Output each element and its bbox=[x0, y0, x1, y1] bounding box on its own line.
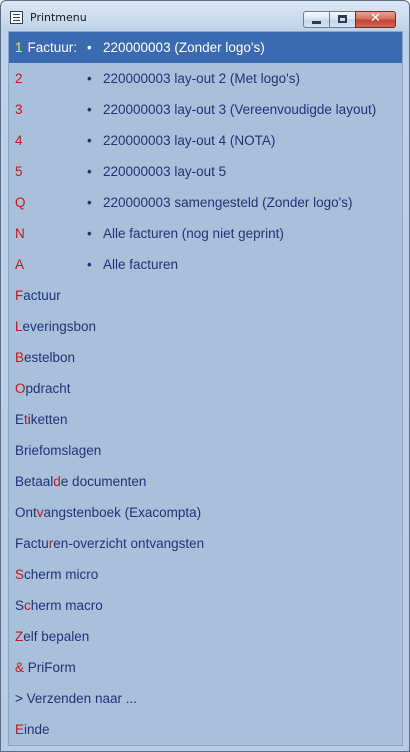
maximize-button[interactable] bbox=[329, 11, 355, 28]
hotkey-letter: d bbox=[53, 474, 61, 489]
bullet: • bbox=[87, 102, 92, 117]
menu-item-facturen-overzicht[interactable]: Facturen-overzicht ontvangsten bbox=[9, 528, 402, 559]
bullet: • bbox=[87, 40, 92, 55]
item-description: Alle facturen bbox=[103, 257, 179, 272]
hotkey-letter: Z bbox=[15, 629, 24, 644]
menu-item-layout-2[interactable]: 2 • 220000003 lay-out 2 (Met logo's) bbox=[9, 63, 402, 94]
minimize-button[interactable] bbox=[303, 11, 329, 28]
item-text: e documenten bbox=[60, 474, 147, 489]
menu-list: 1 Factuur: • 220000003 (Zonder logo's) 2 … bbox=[8, 31, 403, 746]
hotkey-label: 3 bbox=[15, 102, 23, 117]
item-text: cherm micro bbox=[24, 567, 99, 582]
bullet: • bbox=[87, 195, 92, 210]
hotkey-label: 4 bbox=[15, 133, 23, 148]
maximize-icon bbox=[338, 15, 347, 23]
item-description: 220000003 lay-out 4 (NOTA) bbox=[103, 133, 276, 148]
close-icon: ✕ bbox=[370, 11, 381, 26]
bullet: • bbox=[87, 226, 92, 241]
hotkey-label: 2 bbox=[15, 71, 23, 86]
hotkey-letter: v bbox=[36, 505, 44, 520]
item-text: everingsbon bbox=[22, 319, 97, 334]
bullet: • bbox=[87, 164, 92, 179]
item-prefix-label: Factuur: bbox=[27, 40, 78, 55]
item-text: herm macro bbox=[30, 598, 103, 613]
menu-item-alle-facturen[interactable]: A • Alle facturen bbox=[9, 249, 402, 280]
item-text: S bbox=[15, 598, 25, 613]
item-description: 220000003 lay-out 2 (Met logo's) bbox=[103, 71, 300, 86]
bullet: • bbox=[87, 71, 92, 86]
item-text: Factu bbox=[15, 536, 49, 551]
hotkey-letter: S bbox=[15, 567, 25, 582]
close-button[interactable]: ✕ bbox=[355, 11, 396, 28]
item-description: 220000003 samengesteld (Zonder logo's) bbox=[103, 195, 353, 210]
item-description: 220000003 lay-out 3 (Vereenvoudigde layo… bbox=[103, 102, 377, 117]
item-text: en-overzicht ontvangsten bbox=[53, 536, 205, 551]
hotkey-letter: O bbox=[15, 381, 26, 396]
item-text: inde bbox=[24, 722, 50, 737]
item-text: iketten bbox=[27, 412, 68, 427]
hotkey-letter: F bbox=[15, 288, 24, 303]
item-description: Alle facturen (nog niet geprint) bbox=[103, 226, 284, 241]
title-bar[interactable]: Printmenu ✕ bbox=[1, 1, 409, 31]
caption-buttons: ✕ bbox=[303, 11, 396, 30]
item-text: estelbon bbox=[24, 350, 76, 365]
hotkey-label: N bbox=[15, 226, 25, 241]
hotkey-label: Q bbox=[15, 195, 26, 210]
menu-item-alle-facturen-niet-geprint[interactable]: N • Alle facturen (nog niet geprint) bbox=[9, 218, 402, 249]
menu-item-etiketten[interactable]: Etiketten bbox=[9, 404, 402, 435]
menu-item-einde[interactable]: Einde bbox=[9, 714, 402, 745]
menu-item-zelf-bepalen[interactable]: Zelf bepalen bbox=[9, 621, 402, 652]
menu-item-layout-3[interactable]: 3 • 220000003 lay-out 3 (Vereenvoudigde … bbox=[9, 94, 402, 125]
item-text: PriForm bbox=[24, 660, 76, 675]
hotkey-letter: E bbox=[15, 722, 25, 737]
menu-item-opdracht[interactable]: Opdracht bbox=[9, 373, 402, 404]
item-text: Briefomslagen bbox=[15, 443, 102, 458]
menu-item-scherm-macro[interactable]: Scherm macro bbox=[9, 590, 402, 621]
menu-item-layout-4[interactable]: 4 • 220000003 lay-out 4 (NOTA) bbox=[9, 125, 402, 156]
menu-item-layout-5[interactable]: 5 • 220000003 lay-out 5 bbox=[9, 156, 402, 187]
bullet: • bbox=[87, 133, 92, 148]
window-list-icon[interactable] bbox=[10, 11, 23, 24]
menu-item-samengesteld[interactable]: Q • 220000003 samengesteld (Zonder logo'… bbox=[9, 187, 402, 218]
hotkey-label: 1 bbox=[15, 40, 23, 55]
menu-item-scherm-micro[interactable]: Scherm micro bbox=[9, 559, 402, 590]
hotkey-letter: & bbox=[15, 660, 25, 675]
menu-item-verzenden-naar[interactable]: > Verzenden naar ... bbox=[9, 683, 402, 714]
minimize-icon bbox=[312, 21, 321, 24]
hotkey-letter: L bbox=[15, 319, 23, 334]
menu-item-bestelbon[interactable]: Bestelbon bbox=[9, 342, 402, 373]
item-description: 220000003 (Zonder logo's) bbox=[103, 40, 265, 55]
hotkey-label: 5 bbox=[15, 164, 23, 179]
menu-item-factuur-1[interactable]: 1 Factuur: • 220000003 (Zonder logo's) bbox=[9, 32, 402, 63]
bullet: • bbox=[87, 257, 92, 272]
hotkey-letter: B bbox=[15, 350, 25, 365]
item-text: pdracht bbox=[25, 381, 71, 396]
item-text: E bbox=[15, 412, 25, 427]
window-title: Printmenu bbox=[30, 11, 87, 24]
item-text: angstenboek (Exacompta) bbox=[43, 505, 202, 520]
menu-item-betaalde-documenten[interactable]: Betaalde documenten bbox=[9, 466, 402, 497]
hotkey-label: A bbox=[15, 257, 25, 272]
menu-item-ontvangstenboek[interactable]: Ontvangstenboek (Exacompta) bbox=[9, 497, 402, 528]
printmenu-window: Printmenu ✕ 1 Factuur: • 220000003 (Zonde… bbox=[0, 0, 410, 752]
item-text: actuur bbox=[23, 288, 61, 303]
menu-item-priform[interactable]: & PriForm bbox=[9, 652, 402, 683]
menu-item-leveringsbon[interactable]: Leveringsbon bbox=[9, 311, 402, 342]
item-description: 220000003 lay-out 5 bbox=[103, 164, 227, 179]
menu-item-briefomslagen[interactable]: Briefomslagen bbox=[9, 435, 402, 466]
item-text: elf bepalen bbox=[23, 629, 90, 644]
item-text: Ont bbox=[15, 505, 37, 520]
item-text: > Verzenden naar ... bbox=[15, 691, 137, 706]
menu-item-factuur[interactable]: Factuur bbox=[9, 280, 402, 311]
item-text: Betaal bbox=[15, 474, 54, 489]
hotkey-letter: c bbox=[24, 598, 31, 613]
